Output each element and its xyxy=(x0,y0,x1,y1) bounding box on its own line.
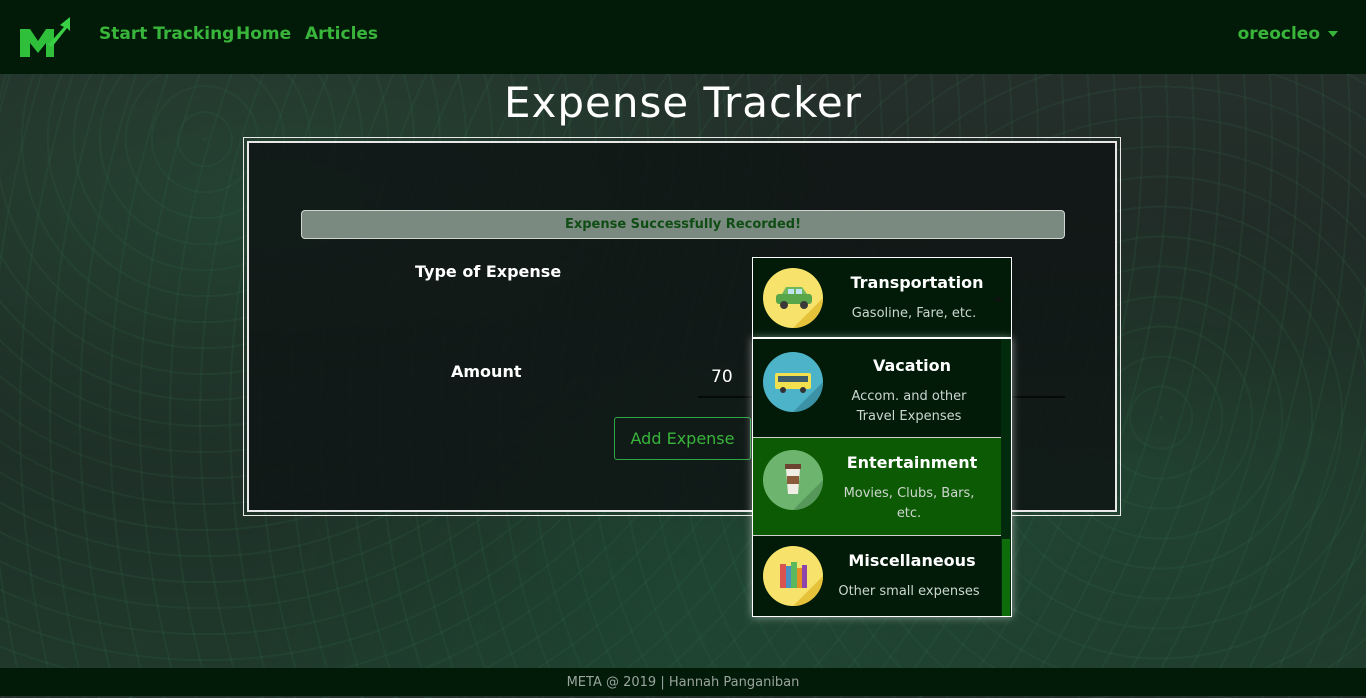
car-icon xyxy=(763,268,823,328)
option-title: Entertainment xyxy=(846,453,978,472)
bus-icon xyxy=(763,352,823,412)
meta-logo-icon[interactable] xyxy=(20,17,70,57)
option-description: Movies, Clubs, Bars, etc. xyxy=(843,486,975,521)
nav-articles-link[interactable]: Articles xyxy=(305,24,378,44)
expense-type-dropdown: Vacation Accom. and other Travel Expense… xyxy=(752,338,1012,617)
amount-label: Amount xyxy=(451,362,522,381)
option-vacation[interactable]: Vacation Accom. and other Travel Expense… xyxy=(753,339,1001,437)
dropdown-scrollbar[interactable] xyxy=(1001,339,1011,616)
option-entertainment[interactable]: Entertainment Movies, Clubs, Bars, etc. xyxy=(753,438,1001,535)
add-expense-button[interactable]: Add Expense xyxy=(614,417,751,460)
page-title: Expense Tracker xyxy=(503,78,863,127)
footer: META @ 2019 | Hannah Panganiban xyxy=(0,668,1366,696)
option-description: Other small expenses xyxy=(838,584,980,599)
option-miscellaneous[interactable]: Miscellaneous Other small expenses xyxy=(753,536,1001,616)
nav-home-link[interactable]: Home xyxy=(236,24,291,44)
nav-start-tracking-link[interactable]: Start Tracking xyxy=(99,24,234,44)
footer-text: META @ 2019 | Hannah Panganiban xyxy=(566,675,800,690)
user-menu-dropdown[interactable]: oreocleo xyxy=(1238,24,1338,44)
selected-option-description: Gasoline, Fare, etc. xyxy=(851,306,977,321)
chevron-down-icon xyxy=(1328,31,1338,37)
user-name: oreocleo xyxy=(1237,24,1320,44)
expense-type-select[interactable]: Transportation Gasoline, Fare, etc. xyxy=(752,257,1012,338)
coffee-cup-icon xyxy=(763,450,823,510)
dropdown-scrollbar-thumb[interactable] xyxy=(1002,539,1010,616)
navbar: Start Tracking Home Articles oreocleo xyxy=(0,0,1366,74)
option-description: Accom. and other Travel Expenses xyxy=(851,389,967,424)
option-title: Miscellaneous xyxy=(848,551,976,570)
books-icon xyxy=(763,546,823,606)
caret-up-icon xyxy=(994,296,1002,301)
success-alert: Expense Successfully Recorded! xyxy=(301,210,1065,239)
selected-option-title: Transportation xyxy=(850,273,984,292)
option-title: Vacation xyxy=(872,356,952,375)
type-of-expense-label: Type of Expense xyxy=(415,262,562,281)
